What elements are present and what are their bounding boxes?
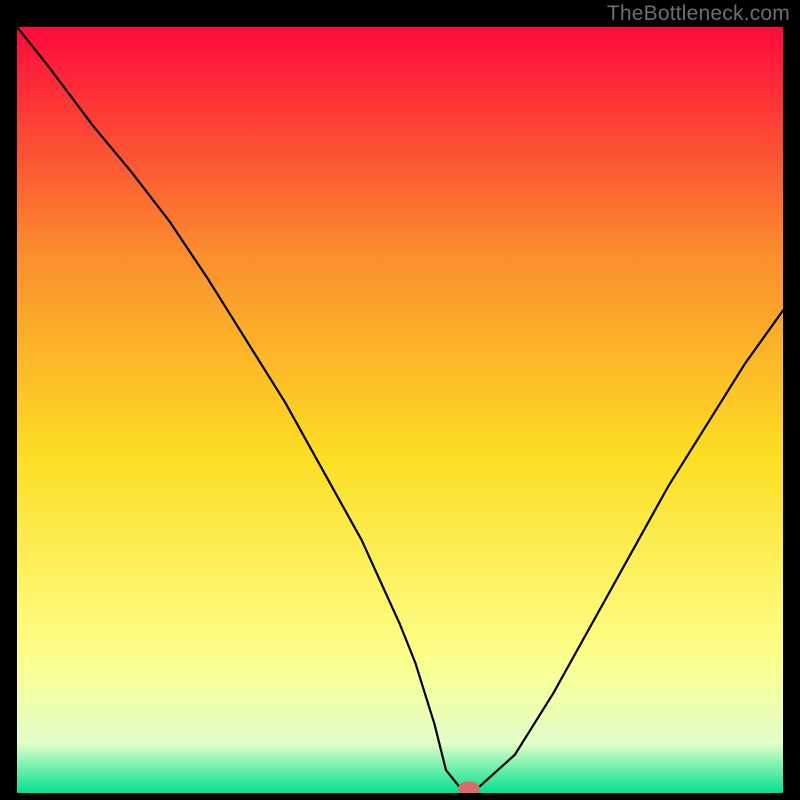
bottleneck-plot [17,27,783,793]
chart-stage: TheBottleneck.com [0,0,800,800]
watermark-text: TheBottleneck.com [607,2,790,26]
gradient-background [17,27,783,793]
